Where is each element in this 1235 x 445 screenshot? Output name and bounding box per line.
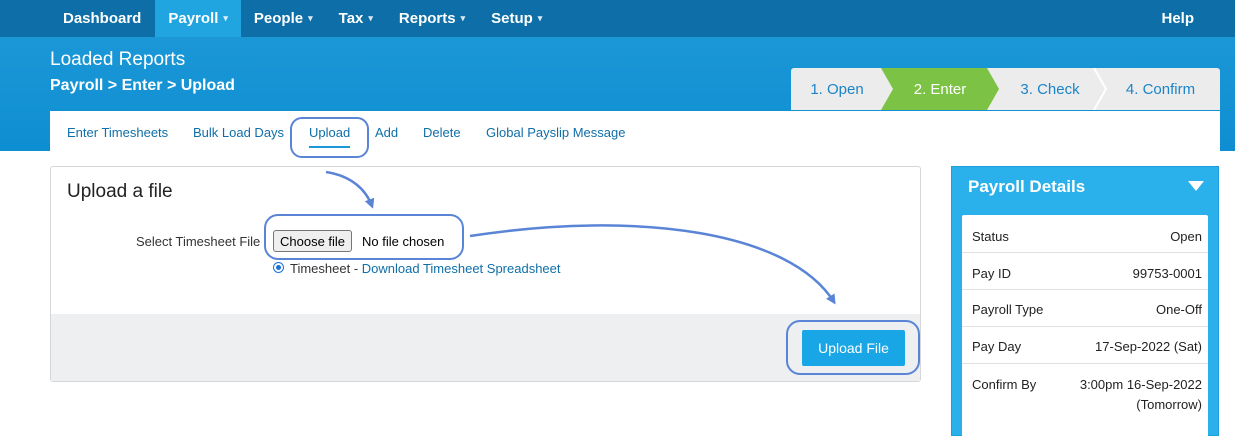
nav-setup[interactable]: Setup ▾ [478, 0, 555, 37]
download-timesheet-link[interactable]: Download Timesheet Spreadsheet [362, 261, 561, 276]
subnav-add[interactable]: Add [375, 125, 398, 140]
choose-file-highlight [264, 214, 464, 260]
chevron-down-icon: ▾ [368, 13, 373, 23]
nav-people-label: People [253, 10, 304, 27]
detail-value-secondary: (Tomorrow) [1136, 397, 1202, 412]
chevron-down-icon: ▾ [223, 13, 228, 23]
payroll-details-body: Status Open Pay ID 99753-0001 Payroll Ty… [962, 215, 1208, 445]
detail-value: 3:00pm 16-Sep-2022 [1079, 377, 1202, 392]
detail-row-payroll-type: Payroll Type One-Off [962, 290, 1208, 327]
page-title: Loaded Reports [50, 49, 186, 70]
detail-label: Pay Day [972, 339, 1022, 354]
subnav-global-payslip-message[interactable]: Global Payslip Message [486, 125, 625, 140]
nav-tax[interactable]: Tax ▾ [326, 0, 386, 37]
upload-panel-title: Upload a file [67, 181, 173, 202]
chevron-down-icon: ▾ [308, 13, 313, 23]
upload-button-highlight [786, 320, 920, 375]
subnav-delete[interactable]: Delete [423, 125, 461, 140]
detail-row-status: Status Open [962, 215, 1208, 253]
nav-help-label: Help [1161, 10, 1194, 27]
detail-value: 17-Sep-2022 (Sat) [1095, 339, 1202, 354]
nav-help[interactable]: Help [1148, 0, 1207, 37]
detail-label: Confirm By [972, 377, 1037, 392]
wizard-steps: 1. Open 2. Enter 3. Check 4. Confirm [791, 68, 1220, 110]
timesheet-radio[interactable] [273, 262, 284, 273]
detail-row-confirm-by: Confirm By 3:00pm 16-Sep-2022 (Tomorrow) [962, 364, 1208, 424]
upload-tab-highlight [290, 117, 369, 158]
chevron-down-icon: ▾ [537, 13, 543, 23]
payroll-details-title: Payroll Details [968, 177, 1086, 196]
timesheet-radio-text: Timesheet - [290, 261, 362, 276]
nav-dashboard[interactable]: Dashboard [0, 0, 155, 37]
timesheet-radio-label: Timesheet - Download Timesheet Spreadshe… [290, 261, 561, 276]
step-open[interactable]: 1. Open [791, 68, 883, 110]
detail-value: Open [1170, 229, 1202, 244]
nav-setup-label: Setup [491, 10, 533, 27]
nav-reports[interactable]: Reports ▾ [386, 0, 478, 37]
collapse-triangle-icon[interactable] [1188, 181, 1204, 191]
detail-row-pay-day: Pay Day 17-Sep-2022 (Sat) [962, 327, 1208, 364]
subnav-bulk-load-days[interactable]: Bulk Load Days [193, 125, 284, 140]
step-enter[interactable]: 2. Enter [881, 68, 999, 110]
top-navigation: Dashboard Payroll ▾ People ▾ Tax ▾ Repor… [0, 0, 1235, 37]
nav-reports-label: Reports [398, 10, 456, 27]
detail-label: Payroll Type [972, 302, 1044, 317]
timesheet-file-label: Select Timesheet File [136, 234, 261, 249]
nav-payroll-label: Payroll [168, 10, 219, 27]
detail-label: Pay ID [972, 266, 1012, 281]
detail-label: Status [972, 229, 1009, 244]
subnav-enter-timesheets[interactable]: Enter Timesheets [67, 125, 168, 140]
nav-tax-label: Tax [338, 10, 364, 27]
detail-value: 99753-0001 [1132, 266, 1202, 281]
payroll-details-panel: Payroll Details Status Open Pay ID 99753… [951, 166, 1219, 445]
detail-value: One-Off [1155, 302, 1202, 317]
sub-navigation: Enter Timesheets Bulk Load Days Upload A… [50, 111, 1220, 151]
nav-dashboard-label: Dashboard [63, 10, 142, 27]
step-check[interactable]: 3. Check [999, 68, 1101, 110]
breadcrumb: Payroll > Enter > Upload [50, 77, 235, 94]
nav-people[interactable]: People ▾ [241, 0, 326, 37]
nav-payroll[interactable]: Payroll ▾ [155, 0, 241, 37]
step-confirm[interactable]: 4. Confirm [1101, 68, 1220, 110]
detail-row-pay-id: Pay ID 99753-0001 [962, 253, 1208, 290]
chevron-down-icon: ▾ [460, 13, 466, 23]
